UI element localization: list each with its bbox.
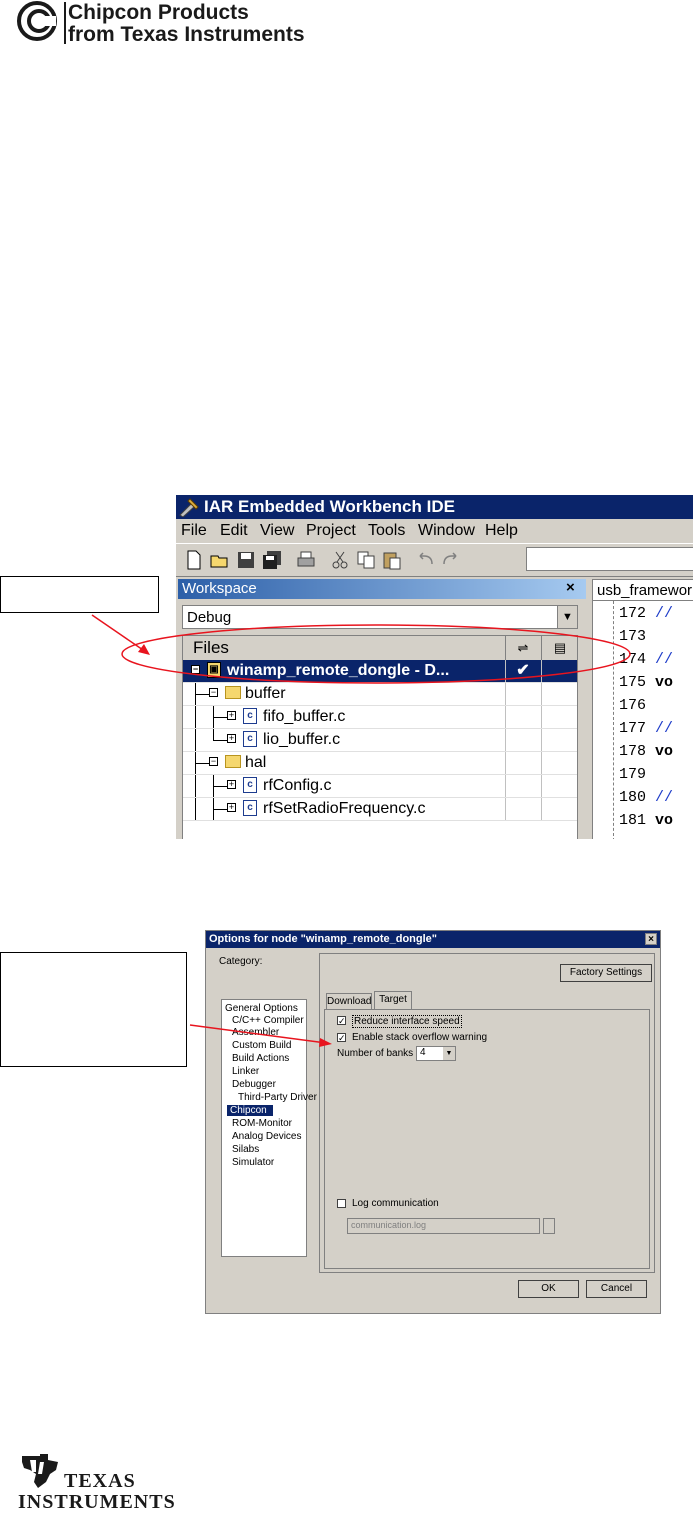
annotation-overlay-1 <box>91 614 631 684</box>
menu-tools[interactable]: Tools <box>368 522 405 540</box>
category-item[interactable]: Silabs <box>232 1144 259 1155</box>
line-number: 177 <box>619 720 647 737</box>
c-file-icon: c <box>243 777 257 793</box>
dialog-title-bar: Options for node "winamp_remote_dongle" … <box>206 931 660 948</box>
category-item[interactable]: Simulator <box>232 1157 274 1168</box>
ide-menu-bar: File Edit View Project Tools Window Help <box>176 519 693 543</box>
c-file-icon: c <box>243 800 257 816</box>
menu-edit[interactable]: Edit <box>220 522 248 540</box>
expand-icon[interactable]: + <box>227 780 236 789</box>
ti-wordmark-line1: TEXAS <box>64 1470 136 1492</box>
dialog-title: Options for node "winamp_remote_dongle" <box>209 933 438 945</box>
stack-warning-label: Enable stack overflow warning <box>352 1032 488 1043</box>
category-item[interactable]: General Options <box>225 1003 298 1014</box>
banks-select[interactable]: 4 ▼ <box>416 1046 456 1061</box>
line-number: 178 <box>619 743 647 760</box>
menu-view[interactable]: View <box>260 522 294 540</box>
c-file-icon: c <box>243 731 257 747</box>
log-communication-label: Log communication <box>352 1198 439 1209</box>
menu-project[interactable]: Project <box>306 522 356 540</box>
chipcon-logo-icon <box>17 1 57 41</box>
log-file-input[interactable]: communication.log <box>347 1218 540 1234</box>
banks-value: 4 <box>420 1047 426 1058</box>
folder-icon <box>225 755 241 768</box>
options-dialog: Options for node "winamp_remote_dongle" … <box>205 930 661 1314</box>
header-title-line1: Chipcon Products <box>68 1 249 24</box>
annotation-arrow-2 <box>189 1024 332 1047</box>
menu-help[interactable]: Help <box>485 522 518 540</box>
collapse-icon[interactable]: − <box>209 757 218 766</box>
category-item[interactable]: ROM-Monitor <box>232 1118 292 1129</box>
browse-button[interactable] <box>543 1218 555 1234</box>
line-number: 180 <box>619 789 647 806</box>
factory-settings-button[interactable]: Factory Settings <box>560 964 652 982</box>
line-code: vo <box>655 812 674 829</box>
header-divider <box>64 2 66 44</box>
line-number: 179 <box>619 766 647 783</box>
chevron-down-icon[interactable]: ▼ <box>443 1047 455 1060</box>
category-item[interactable]: Debugger <box>232 1079 276 1090</box>
expand-icon[interactable]: + <box>227 734 236 743</box>
ide-title: IAR Embedded Workbench IDE <box>204 497 455 516</box>
category-label: Category: <box>219 956 263 967</box>
folder-name: hal <box>245 754 267 771</box>
file-name: rfConfig.c <box>263 777 332 794</box>
category-item[interactable]: Analog Devices <box>232 1131 301 1142</box>
tab-download[interactable]: Download <box>326 993 372 1009</box>
menu-file[interactable]: File <box>181 522 207 540</box>
log-file-value: communication.log <box>351 1220 427 1230</box>
line-number: 181 <box>619 812 647 829</box>
banks-label: Number of banks : <box>337 1048 419 1059</box>
workbench-tools-icon <box>179 498 199 517</box>
annotation-box-2 <box>0 952 187 1067</box>
expand-icon[interactable]: + <box>227 803 236 812</box>
tree-row-folder[interactable]: − hal <box>183 752 577 775</box>
category-item[interactable]: Linker <box>232 1066 259 1077</box>
reduce-speed-label: Reduce interface speed <box>352 1015 462 1028</box>
line-code: vo <box>655 743 674 760</box>
ok-button[interactable]: OK <box>518 1280 579 1298</box>
close-icon[interactable]: × <box>645 933 657 945</box>
texas-instruments-logo-icon <box>22 1454 58 1488</box>
menu-window[interactable]: Window <box>418 522 475 540</box>
line-code: // <box>655 789 674 806</box>
tree-row-file[interactable]: + c lio_buffer.c <box>183 729 577 752</box>
cancel-button[interactable]: Cancel <box>586 1280 647 1298</box>
tree-row-file[interactable]: + c rfSetRadioFrequency.c <box>183 798 577 821</box>
file-name: rfSetRadioFrequency.c <box>263 800 426 817</box>
ti-wordmark-line2: INSTRUMENTS <box>18 1491 176 1513</box>
log-communication-checkbox[interactable] <box>337 1199 346 1208</box>
tree-row-file[interactable]: + c rfConfig.c <box>183 775 577 798</box>
ide-title-bar: IAR Embedded Workbench IDE <box>176 495 693 519</box>
header-title-line2: from Texas Instruments <box>68 23 305 46</box>
file-name: lio_buffer.c <box>263 731 341 748</box>
tab-target[interactable]: Target <box>374 991 412 1009</box>
category-item-selected[interactable]: Chipcon <box>227 1105 273 1116</box>
line-code: // <box>655 720 674 737</box>
category-item[interactable]: Third-Party Driver <box>238 1092 317 1103</box>
